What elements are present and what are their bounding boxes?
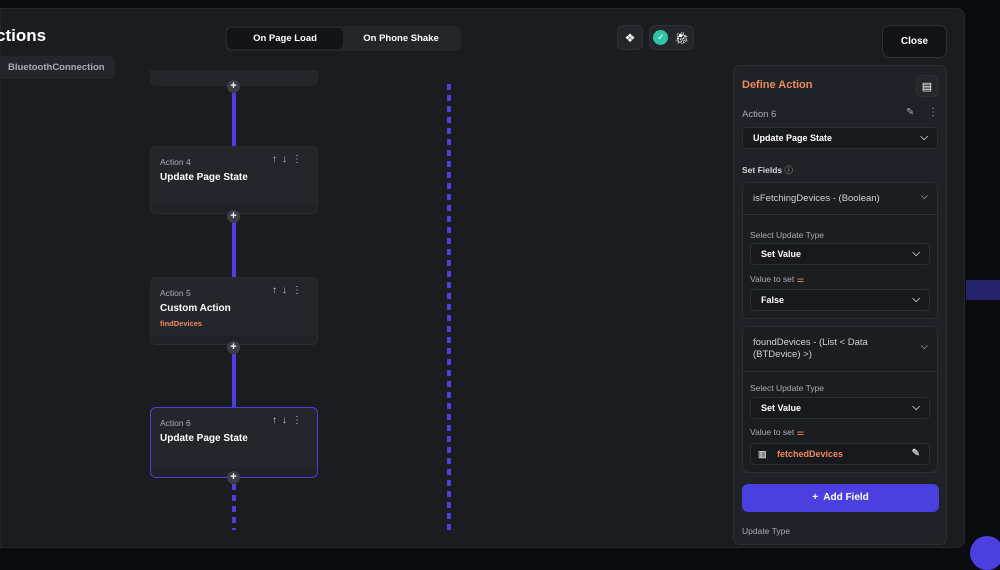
edit-icon[interactable]: ✎ bbox=[906, 107, 914, 118]
action-card-4[interactable]: Action 4 ↑↓⋮ Update Page State bbox=[150, 146, 318, 214]
connector-dashed bbox=[232, 484, 236, 530]
value-label: Value to set ⚌ bbox=[750, 427, 805, 437]
add-action-button[interactable]: + bbox=[227, 341, 240, 354]
field-header[interactable]: isFetchingDevices - (Boolean) ⌵ bbox=[743, 183, 937, 214]
debug-button[interactable]: ✓ 🐞︎ bbox=[649, 25, 694, 50]
connector bbox=[232, 92, 236, 146]
chevron-down-icon: ⌵ bbox=[920, 191, 928, 202]
more-icon[interactable]: ⋮ bbox=[928, 107, 938, 118]
action-card-6[interactable]: Action 6 ↑↓⋮ Update Page State bbox=[150, 407, 318, 478]
plus-icon: + bbox=[812, 492, 819, 503]
variable-icon: ⚌ bbox=[796, 274, 805, 284]
chevron-down-icon: ⌵ bbox=[920, 341, 928, 352]
reorder-controls[interactable]: ↑↓⋮ bbox=[272, 154, 307, 165]
action-label: Action 5 bbox=[160, 288, 191, 298]
field-card: isFetchingDevices - (Boolean) ⌵ Select Up… bbox=[742, 182, 938, 319]
tab-on-phone-shake[interactable]: On Phone Shake bbox=[343, 28, 459, 49]
add-action-button[interactable]: + bbox=[227, 80, 240, 93]
update-type-label: Select Update Type bbox=[750, 383, 825, 393]
chevron-down-icon: ⌵ bbox=[920, 132, 928, 143]
set-fields-label: Set Fields ⓘ bbox=[742, 165, 794, 175]
reorder-controls[interactable]: ↑↓⋮ bbox=[272, 415, 307, 426]
connector bbox=[232, 354, 236, 408]
action-label: Action 6 bbox=[742, 109, 777, 120]
branch-dashed-line bbox=[447, 84, 451, 532]
list-icon: ▥ bbox=[758, 449, 767, 459]
panel-title: Define Action bbox=[742, 79, 813, 91]
action-type-dropdown[interactable]: Update Page State ⌵ bbox=[742, 127, 938, 149]
chevron-down-icon: ⌵ bbox=[912, 294, 920, 305]
tab-on-page-load[interactable]: On Page Load bbox=[227, 28, 343, 49]
add-action-button[interactable]: + bbox=[227, 210, 240, 223]
add-action-button[interactable]: + bbox=[227, 471, 240, 484]
action-type-value: Update Page State bbox=[753, 133, 833, 143]
update-type-dropdown[interactable]: Set Value ⌵ bbox=[750, 243, 930, 265]
action-label: Action 6 bbox=[160, 418, 191, 428]
page-title: ctions bbox=[0, 26, 47, 45]
variable-icon: ⚌ bbox=[796, 427, 805, 437]
bug-icon: 🐞︎ bbox=[674, 30, 690, 45]
chevron-down-icon: ⌵ bbox=[912, 248, 920, 259]
chevron-down-icon: ⌵ bbox=[912, 402, 920, 413]
action-label: Action 4 bbox=[160, 157, 191, 167]
define-action-panel: Define Action ▤ Action 6 ✎ ⋮ Update Page… bbox=[733, 65, 947, 545]
update-type-dropdown[interactable]: Set Value ⌵ bbox=[750, 397, 930, 419]
reorder-controls[interactable]: ↑↓⋮ bbox=[272, 285, 307, 296]
value-dropdown[interactable]: False ⌵ bbox=[750, 289, 930, 311]
value-variable[interactable]: ▥ fetchedDevices ✎ bbox=[750, 443, 930, 465]
trigger-tabs: On Page Load On Phone Shake bbox=[225, 26, 461, 51]
brain-icon: ❖ bbox=[624, 30, 636, 45]
ai-button[interactable]: ❖ bbox=[617, 25, 643, 50]
action-name: Update Page State bbox=[160, 433, 248, 444]
info-icon: ⓘ bbox=[784, 165, 794, 175]
background-app bbox=[966, 280, 1000, 300]
update-type-section-label: Update Type bbox=[742, 526, 791, 536]
close-button[interactable]: Close bbox=[882, 25, 947, 58]
action-card-5[interactable]: Action 5 ↑↓⋮ Custom Action findDevices bbox=[150, 277, 318, 345]
action-name: Update Page State bbox=[160, 172, 248, 183]
value-label: Value to set ⚌ bbox=[750, 274, 805, 284]
note-add-icon[interactable]: ▤ bbox=[916, 75, 938, 97]
field-header[interactable]: foundDevices - (List < Data (BTDevice) >… bbox=[743, 327, 937, 371]
chat-support-button[interactable] bbox=[970, 536, 1000, 570]
field-card: foundDevices - (List < Data (BTDevice) >… bbox=[742, 326, 938, 473]
edit-icon: ✎ bbox=[911, 448, 920, 459]
add-field-button[interactable]: + Add Field bbox=[742, 484, 939, 512]
action-subtitle: findDevices bbox=[160, 319, 203, 328]
action-name: Custom Action bbox=[160, 303, 231, 314]
connector bbox=[232, 222, 236, 277]
check-icon: ✓ bbox=[653, 30, 669, 45]
page-chip: BluetoothConnection bbox=[0, 56, 115, 79]
update-type-label: Select Update Type bbox=[750, 230, 825, 240]
